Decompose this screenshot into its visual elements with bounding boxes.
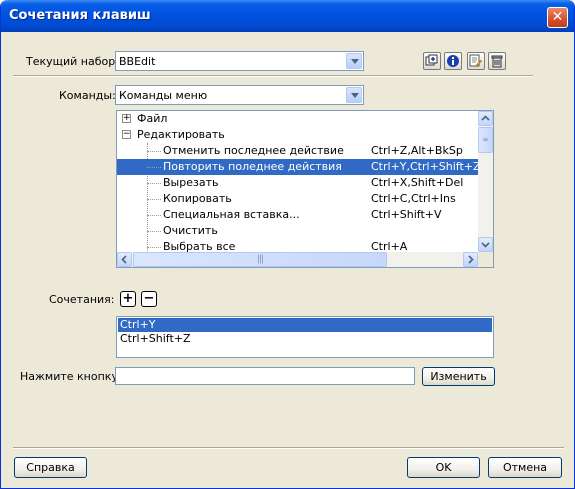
window-title: Сочетания клавиш [9,8,151,23]
current-set-label: Текущий набор: [26,55,119,68]
arrow-left-icon [121,255,127,264]
title-bar[interactable]: Сочетания клавиш ✕ [1,0,574,32]
command-keys: Ctrl+Z,Alt+BkSp [371,144,463,157]
tree-item-selected[interactable]: Повторить поледнее действия Ctrl+Y,Ctrl+… [117,159,481,175]
command-name: Вырезать [163,176,219,189]
tree-connector [147,247,161,248]
tree-item[interactable]: Копировать Ctrl+C,Ctrl+Ins [117,191,478,207]
close-button[interactable]: ✕ [547,7,568,28]
scroll-right-button[interactable] [463,252,478,267]
command-keys: Ctrl+Shift+V [371,208,442,221]
vertical-scroll-thumb[interactable]: ≡ [478,127,493,153]
shortcuts-list[interactable]: Ctrl+Y Ctrl+Shift+Z [116,316,494,358]
grip-icon: ||| [256,254,264,264]
command-keys: Ctrl+C,Ctrl+Ins [371,192,456,205]
scrollbar-corner [478,252,493,267]
horizontal-scrollbar[interactable]: ||| [117,252,478,267]
commands-dropdown[interactable]: Команды меню [115,85,364,105]
duplicate-set-icon [425,54,438,66]
command-keys: Ctrl+X,Shift+Del [371,176,464,189]
set-info-button[interactable] [444,52,462,70]
help-button[interactable]: Справка [14,457,87,478]
tree-item[interactable]: Отменить последнее действие Ctrl+Z,Alt+B… [117,143,478,159]
scroll-left-button[interactable] [117,252,132,267]
minus-icon: − [143,291,155,306]
arrow-up-icon [481,115,490,121]
tree-connector [147,167,161,168]
tree-item[interactable]: Очистить [117,223,478,239]
close-icon: ✕ [551,9,564,25]
command-name: Специальная вставка... [163,208,300,221]
scroll-down-button[interactable] [478,237,493,252]
tree-item[interactable]: Вырезать Ctrl+X,Shift+Del [117,175,478,191]
cancel-button[interactable]: Отмена [488,457,562,478]
chevron-down-icon[interactable] [346,53,362,69]
add-shortcut-button[interactable]: + [120,291,136,307]
command-name: Очистить [163,224,218,237]
command-name: Отменить последнее действие [163,144,344,157]
vertical-scrollbar[interactable]: ≡ [478,111,493,252]
horizontal-scroll-thumb[interactable]: ||| [133,252,387,267]
tree-connector [147,215,161,216]
arrow-right-icon [468,255,474,264]
tree-connector [147,199,161,200]
collapse-icon[interactable]: − [122,130,131,139]
command-keys: Ctrl+Y,Ctrl+Shift+Z [371,160,481,173]
grip-icon: ≡ [482,135,489,144]
plus-icon: + [122,291,134,306]
rename-icon [469,54,483,68]
duplicate-set-button[interactable] [423,52,441,70]
tree-item[interactable]: Специальная вставка... Ctrl+Shift+V [117,207,478,223]
trash-icon [491,55,503,68]
arrow-down-icon [481,242,490,248]
info-icon [447,55,459,67]
remove-shortcut-button[interactable]: − [141,291,157,307]
delete-set-button[interactable] [488,52,506,70]
ok-button[interactable]: OK [407,457,480,478]
tree-group-label: Файл [137,112,168,125]
change-button[interactable]: Изменить [422,367,495,386]
command-name: Повторить поледнее действия [163,160,342,173]
shortcut-item[interactable]: Ctrl+Shift+Z [118,332,492,346]
tree-group-label: Редактировать [137,128,225,141]
tree-connector [147,183,161,184]
shortcuts-label: Сочетания: [49,293,115,306]
keyboard-shortcuts-dialog: Сочетания клавиш ✕ Текущий набор: BBEdit [0,0,575,489]
tree-group-edit[interactable]: − Редактировать [117,127,478,143]
separator [13,75,533,77]
command-name: Копировать [163,192,232,205]
press-key-input[interactable] [115,367,415,385]
expand-icon[interactable]: + [122,114,131,123]
commands-label: Команды: [59,89,116,102]
chevron-down-icon[interactable] [346,87,362,103]
current-set-dropdown[interactable]: BBEdit [115,51,364,71]
shortcut-item-selected[interactable]: Ctrl+Y [118,318,492,332]
tree-connector [147,151,161,152]
rename-set-button[interactable] [467,52,485,70]
commands-value: Команды меню [119,89,208,102]
footer-separator [13,447,564,449]
tree-group-file[interactable]: + Файл [117,111,478,127]
current-set-value: BBEdit [119,55,156,68]
tree-connector [147,231,161,232]
scroll-up-button[interactable] [478,111,493,126]
commands-tree[interactable]: + Файл − Редактировать Отменить последне… [116,110,494,268]
press-key-label: Нажмите кнопку: [20,370,122,383]
